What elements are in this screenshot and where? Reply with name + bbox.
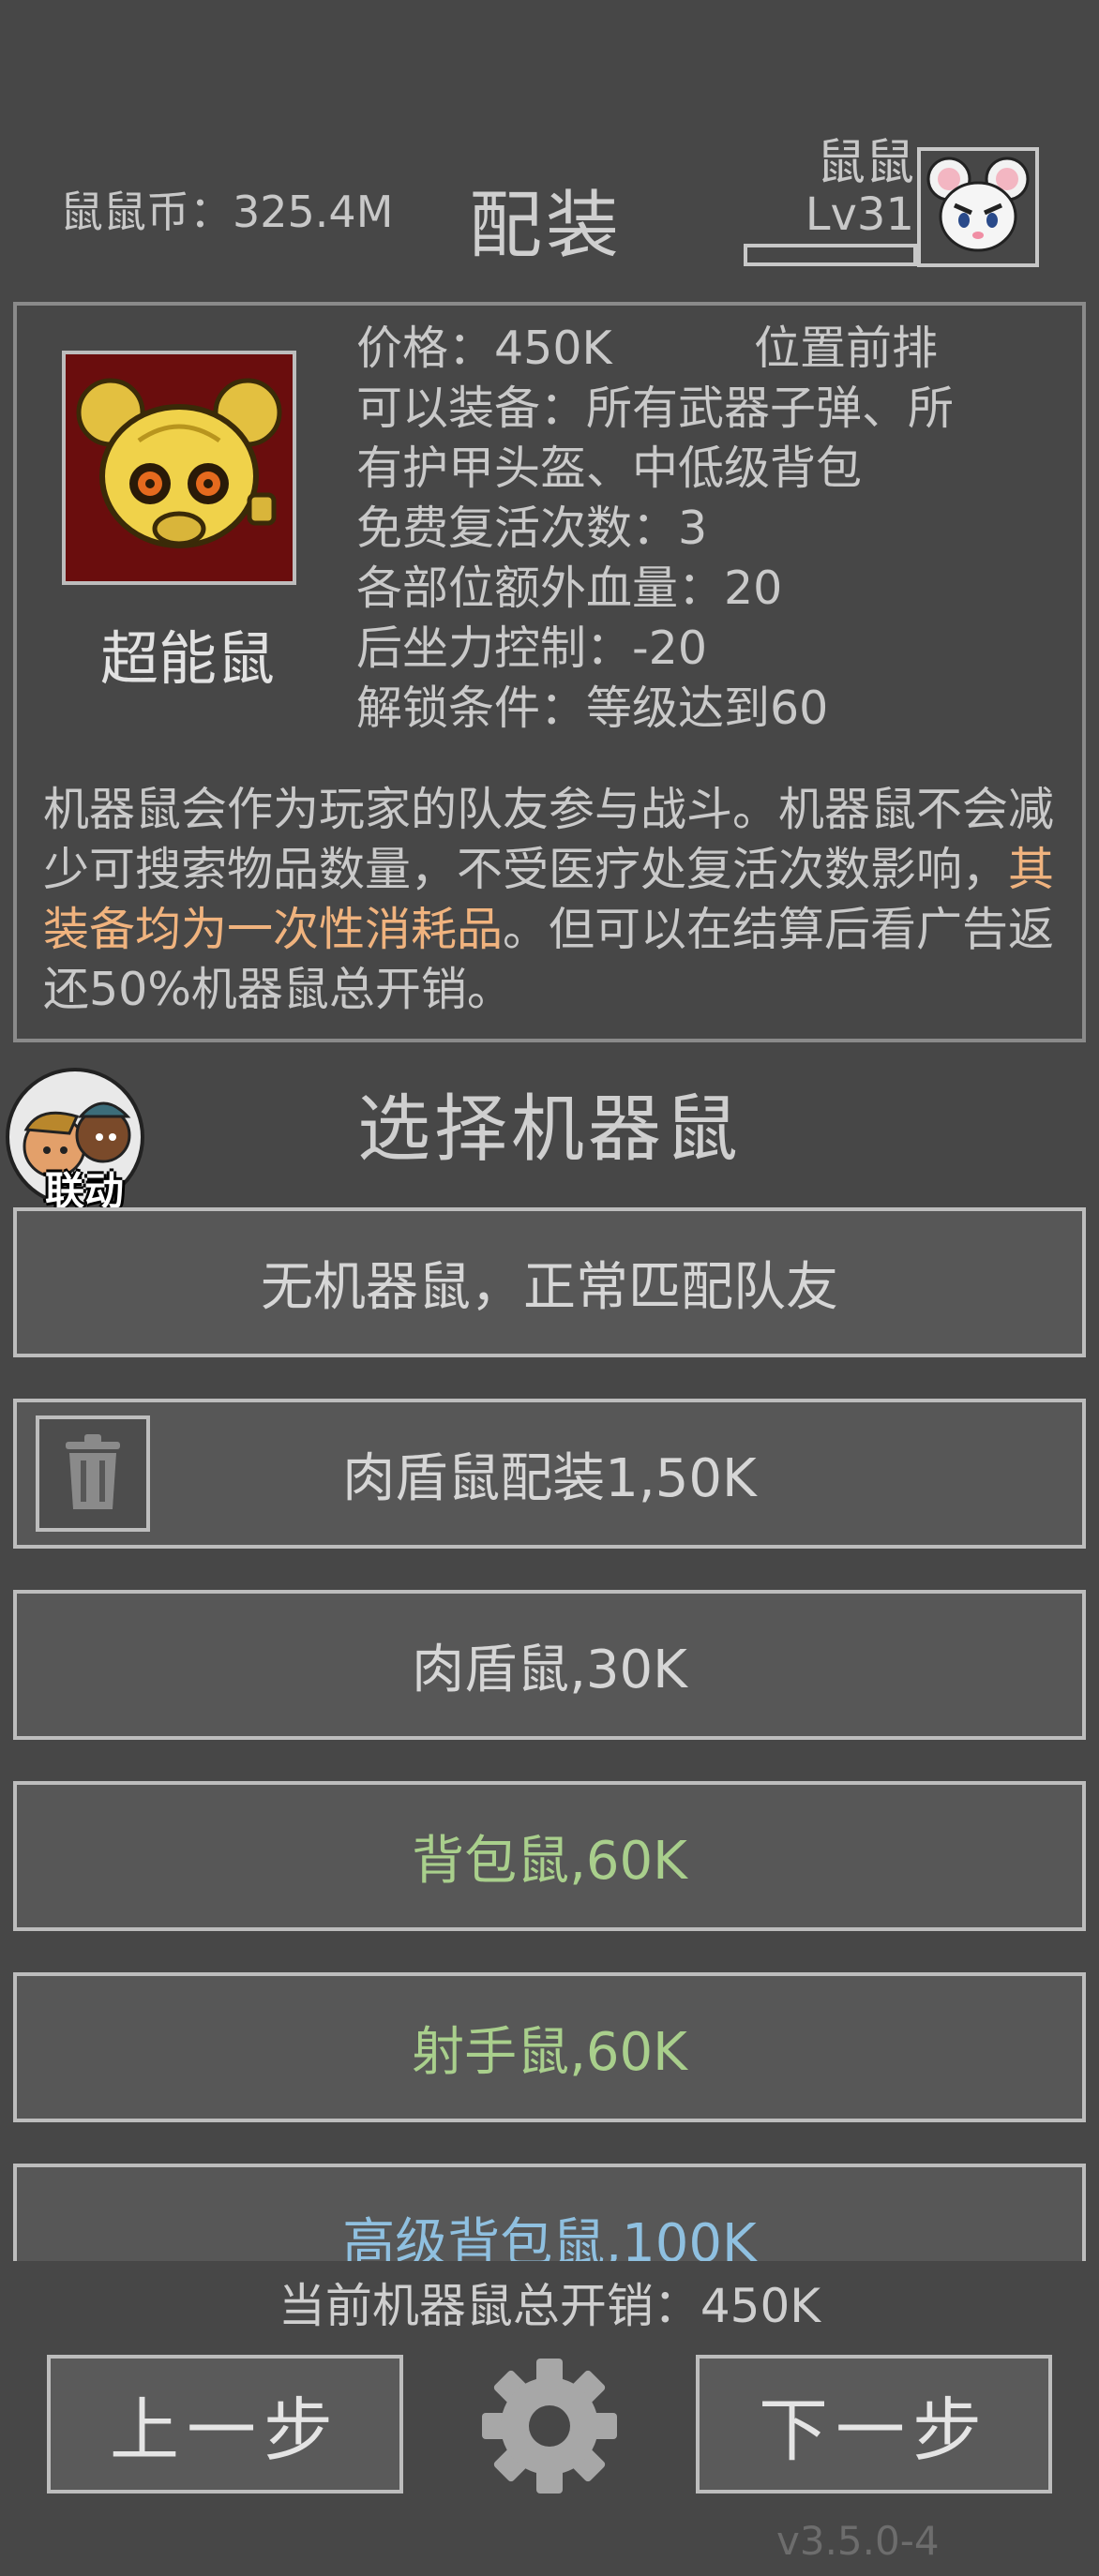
coin-balance: 鼠鼠币：325.4M xyxy=(60,187,394,237)
option-label: 肉盾鼠配装1,50K xyxy=(342,1447,757,1509)
level-progress-bar xyxy=(744,244,917,266)
total-cost: 当前机器鼠总开销：450K xyxy=(278,2279,821,2333)
option-label: 无机器鼠，正常匹配队友 xyxy=(261,1256,838,1318)
option-shield-mouse-loadout[interactable]: 肉盾鼠配装1,50K xyxy=(13,1399,1086,1549)
user-name: 鼠鼠 xyxy=(816,135,914,191)
robot-unlock: 解锁条件：等级达到60 xyxy=(356,681,829,735)
description-text-1: 机器鼠会作为玩家的队友参与战斗。机器鼠不会减少可搜索物品数量，不受医疗处复活次数… xyxy=(43,783,1055,896)
robot-options-list[interactable]: 无机器鼠，正常匹配队友 肉盾鼠配装1,50K 肉盾鼠,30K 背包鼠,60K 射… xyxy=(0,1200,1099,2261)
option-label: 肉盾鼠,30K xyxy=(412,1639,687,1700)
select-robot-title: 选择机器鼠 xyxy=(356,1087,742,1172)
robot-name: 超能鼠 xyxy=(99,624,275,693)
prev-step-button[interactable]: 上一步 xyxy=(47,2355,403,2494)
robot-stats: 价格：450K 位置前排 可以装备：所有武器子弹、所 有护甲头盔、中低级背包 免… xyxy=(356,319,1050,739)
next-step-button[interactable]: 下一步 xyxy=(696,2355,1052,2494)
option-shooter-mouse[interactable]: 射手鼠,60K xyxy=(13,1972,1086,2122)
golden-robot-mouse-helmet-icon xyxy=(76,378,282,548)
option-advanced-backpack-mouse[interactable]: 高级背包鼠,100K xyxy=(13,2164,1086,2261)
option-backpack-mouse[interactable]: 背包鼠,60K xyxy=(13,1781,1086,1931)
robot-extra-hp: 各部位额外血量：20 xyxy=(356,562,783,615)
user-avatar[interactable] xyxy=(917,147,1039,267)
robot-equip-line2: 有护甲头盔、中低级背包 xyxy=(356,442,863,495)
user-info: 鼠鼠 Lv31 xyxy=(745,136,914,241)
robot-position: 位置前排 xyxy=(754,322,939,375)
settings-button[interactable] xyxy=(478,2355,621,2497)
robot-portrait xyxy=(62,351,296,585)
robot-recoil: 后坐力控制：-20 xyxy=(356,622,708,675)
option-label: 背包鼠,60K xyxy=(412,1830,687,1892)
white-mouse-avatar-icon xyxy=(926,157,1030,252)
robot-description: 机器鼠会作为玩家的队友参与战斗。机器鼠不会减少可搜索物品数量，不受医疗处复活次数… xyxy=(43,780,1056,1020)
version-label: v3.5.0-4 xyxy=(776,2518,940,2564)
option-label: 高级背包鼠,100K xyxy=(342,2212,757,2262)
delete-loadout-button[interactable] xyxy=(36,1415,150,1532)
gear-icon xyxy=(482,2359,617,2494)
user-level: Lv31 xyxy=(805,188,914,241)
option-no-robot[interactable]: 无机器鼠，正常匹配队友 xyxy=(13,1207,1086,1357)
robot-revives: 免费复活次数：3 xyxy=(356,502,708,555)
option-label: 射手鼠,60K xyxy=(412,2021,687,2083)
page-title: 配装 xyxy=(469,184,624,268)
robot-price: 价格：450K xyxy=(356,322,612,375)
option-shield-mouse[interactable]: 肉盾鼠,30K xyxy=(13,1590,1086,1740)
robot-equip-line1: 可以装备：所有武器子弹、所 xyxy=(356,382,955,435)
trash-icon xyxy=(66,1434,120,1509)
